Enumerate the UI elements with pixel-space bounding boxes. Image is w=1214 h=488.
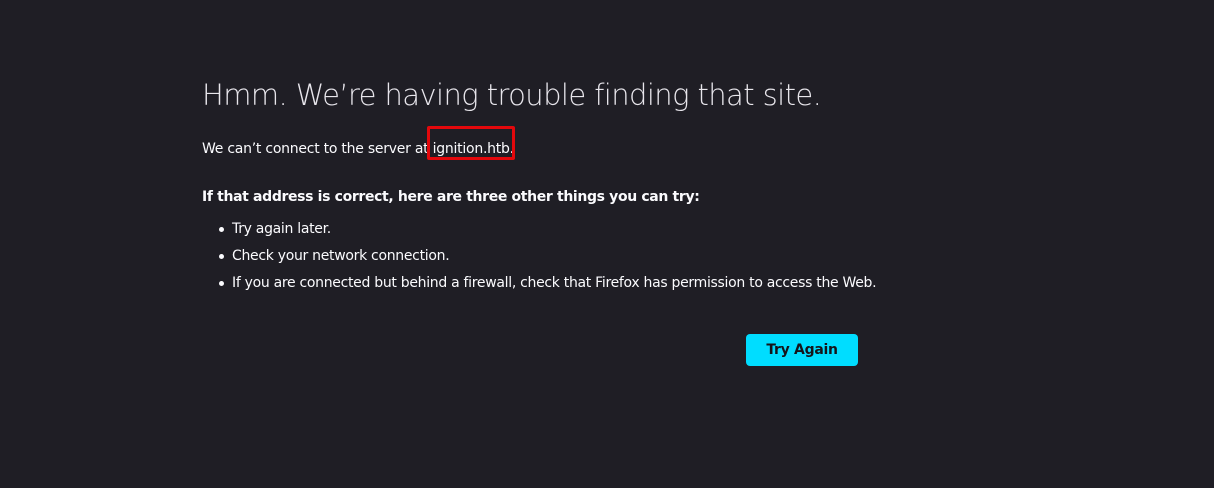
suggestion-text: Try again later. [232, 221, 331, 237]
host-highlight: ignition.htb. [426, 126, 515, 160]
try-again-button[interactable]: Try Again [746, 334, 858, 366]
server-host: ignition.htb [432, 141, 510, 157]
suggestions-heading: If that address is correct, here are thr… [202, 189, 700, 205]
bullet-icon [219, 281, 224, 286]
suggestions-list: Try again later. Check your network conn… [202, 220, 877, 292]
bullet-icon [219, 254, 224, 259]
intro-prefix: We can’t connect to the server at [202, 141, 433, 157]
bullet-icon [219, 227, 224, 232]
error-content: Hmm. We’re having trouble finding that s… [202, 74, 877, 301]
error-intro: We can’t connect to the server at igniti… [202, 126, 862, 160]
list-item: Check your network connection. [219, 247, 862, 265]
intro-suffix: . [509, 141, 514, 157]
suggestion-text: Check your network connection. [232, 248, 450, 264]
suggestion-text: If you are connected but behind a firewa… [232, 275, 877, 291]
page-title: Hmm. We’re having trouble finding that s… [202, 78, 822, 112]
list-item: Try again later. [219, 220, 862, 238]
list-item: If you are connected but behind a firewa… [219, 274, 877, 292]
error-page: Hmm. We’re having trouble finding that s… [0, 0, 1214, 488]
